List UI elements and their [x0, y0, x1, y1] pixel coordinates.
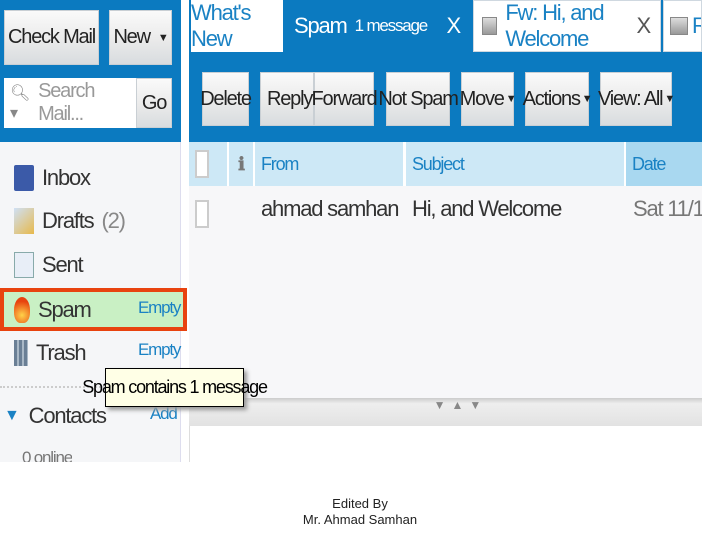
chevron-down-icon: ▼ [505, 93, 517, 105]
tab-label: R [692, 13, 701, 39]
chevron-down-icon: ▼ [664, 93, 675, 105]
folder-spam[interactable]: Spam Empty [0, 288, 187, 331]
info-icon: ℹ [238, 153, 245, 174]
empty-trash-link[interactable]: Empty [138, 340, 181, 360]
new-label: New [113, 26, 151, 48]
drafts-count: (2) [101, 208, 126, 233]
chevron-down-icon[interactable]: ▼ [158, 32, 169, 44]
inbox-icon [14, 165, 34, 191]
contacts-header[interactable]: ▼ Contacts [4, 398, 107, 434]
select-all-checkbox[interactable] [195, 150, 209, 178]
forward-label: Forward [311, 87, 378, 110]
online-count: 0 online [22, 448, 72, 462]
message-icon [670, 17, 688, 35]
close-tab-icon[interactable]: X [637, 13, 652, 39]
message-icon [482, 17, 498, 35]
tab-r[interactable]: R [663, 0, 702, 52]
column-label: From [261, 153, 299, 174]
info-column[interactable]: ℹ [229, 142, 253, 186]
folder-trash[interactable]: Trash [14, 335, 87, 371]
not-spam-button[interactable]: Not Spam [378, 72, 459, 126]
view-button[interactable]: View: All ▼ [597, 72, 675, 126]
column-subject[interactable]: Subject [406, 142, 624, 186]
delete-button[interactable]: Delete [200, 72, 252, 126]
drafts-icon [14, 208, 34, 234]
folder-label: Inbox [42, 165, 91, 190]
actions-button[interactable]: Actions ▼ [522, 72, 593, 126]
search-icon[interactable]: 🔍︎▾ [10, 83, 34, 123]
fire-icon [14, 297, 30, 323]
tab-whats-new[interactable]: What's New [191, 0, 283, 52]
tab-sublabel: 1 message [354, 16, 429, 35]
forward-button[interactable]: Forward [311, 72, 378, 126]
tab-spam[interactable]: Spam 1 message X [286, 0, 472, 52]
spam-row: Spam [14, 292, 92, 328]
column-label: Subject [412, 153, 465, 174]
search-input[interactable]: 🔍︎▾ Search Mail... [4, 78, 136, 128]
message-checkbox[interactable] [195, 200, 209, 228]
reply-button[interactable]: Reply▼ [260, 72, 329, 126]
message-subject[interactable]: Hi, and Welcome [412, 196, 562, 222]
footer-line2: Mr. Ahmad Samhan [302, 512, 418, 527]
tab-label: What's New [191, 0, 252, 51]
folder-label: Spam [38, 297, 92, 322]
delete-label: Delete [200, 87, 252, 110]
add-contact-link[interactable]: Add [150, 404, 178, 424]
check-mail-label: Check Mail [8, 26, 96, 48]
trash-icon [14, 340, 28, 366]
view-label: View: All [597, 87, 664, 110]
footer-credit: Edited By Mr. Ahmad Samhan [0, 496, 720, 528]
go-button[interactable]: Go [136, 78, 172, 128]
column-from[interactable]: From [255, 142, 403, 186]
pane-splitter[interactable]: ▼▲▼ [189, 398, 702, 426]
folder-sent[interactable]: Sent [14, 247, 84, 283]
folder-label: Drafts [42, 208, 95, 233]
not-spam-label: Not Spam [378, 87, 459, 110]
tooltip: Spam contains 1 message [82, 368, 268, 407]
reply-label: Reply [267, 87, 313, 110]
new-button[interactable]: New ▼ [109, 10, 172, 65]
triangle-down-icon: ▼ [4, 407, 20, 424]
chevron-down-icon: ▼ [581, 93, 593, 105]
column-date[interactable]: Date [626, 142, 702, 186]
tab-label: Spam [294, 13, 348, 38]
folder-inbox[interactable]: Inbox [14, 160, 91, 196]
close-tab-icon[interactable]: X [447, 13, 462, 39]
preview-pane [189, 426, 702, 462]
move-label: Move [459, 87, 505, 110]
folder-drafts[interactable]: Drafts (2) [14, 203, 126, 239]
message-from[interactable]: ahmad samhan [261, 196, 399, 222]
actions-label: Actions [522, 87, 581, 110]
search-placeholder: Search Mail... [38, 80, 95, 125]
folder-label: Trash [36, 340, 87, 365]
check-mail-button[interactable]: Check Mail [4, 10, 99, 65]
footer-line1: Edited By [332, 496, 388, 511]
sent-icon [14, 252, 34, 278]
column-label: Date [632, 153, 666, 174]
message-date: Sat 11/14, 5 [633, 196, 702, 221]
go-label: Go [141, 91, 167, 114]
move-button[interactable]: Move ▼ [459, 72, 517, 126]
folder-label: Sent [42, 252, 84, 277]
empty-spam-link[interactable]: Empty [138, 298, 181, 318]
contacts-label: Contacts [28, 403, 107, 428]
tab-fw-hi[interactable]: Fw: Hi, and Welcome X [473, 0, 661, 52]
select-all-column [189, 142, 227, 186]
